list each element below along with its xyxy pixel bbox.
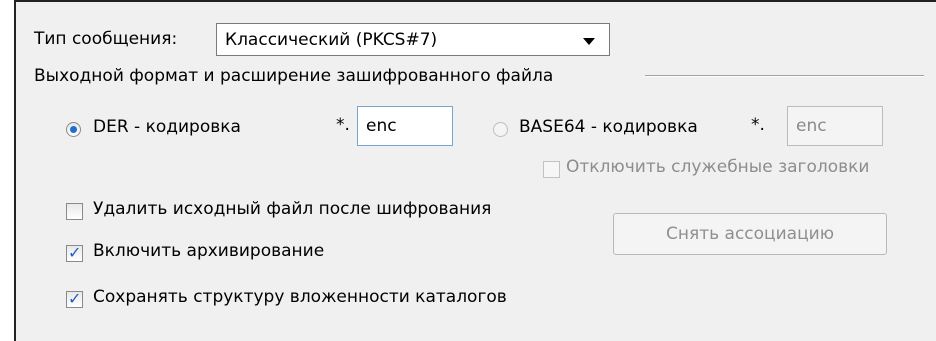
base64-extension-value: enc: [796, 116, 827, 136]
message-type-value: Классический (PKCS#7): [225, 30, 438, 50]
delete-source-checkbox[interactable]: [66, 203, 83, 220]
message-type-label: Тип сообщения:: [34, 29, 178, 49]
base64-ext-prefix: *.: [751, 115, 765, 135]
der-extension-value: enc: [366, 116, 397, 136]
keep-structure-label: Сохранять структуру вложенности каталого…: [93, 287, 507, 307]
archive-label: Включить архивирование: [93, 241, 325, 261]
der-radio-label: DER - кодировка: [93, 117, 241, 137]
base64-radio-label: BASE64 - кодировка: [519, 117, 698, 137]
remove-association-button[interactable]: Снять ассоциацию: [613, 213, 887, 255]
output-format-group-title: Выходной формат и расширение зашифрованн…: [34, 66, 554, 86]
delete-source-label: Удалить исходный файл после шифрования: [93, 199, 492, 219]
disable-headers-label: Отключить служебные заголовки: [566, 157, 870, 177]
keep-structure-checkbox[interactable]: [66, 289, 83, 308]
der-ext-prefix: *.: [336, 115, 350, 135]
base64-radio[interactable]: [493, 122, 508, 137]
archive-checkbox[interactable]: [66, 243, 83, 262]
group-divider: [645, 75, 924, 77]
message-type-select[interactable]: Классический (PKCS#7): [216, 23, 610, 56]
encryption-settings-panel: Тип сообщения: Классический (PKCS#7) Вых…: [14, 0, 936, 341]
der-radio[interactable]: [66, 122, 81, 137]
der-extension-input[interactable]: enc: [357, 106, 453, 146]
base64-extension-input[interactable]: enc: [787, 106, 883, 146]
chevron-down-icon[interactable]: [583, 38, 595, 45]
disable-headers-checkbox[interactable]: [543, 161, 560, 178]
